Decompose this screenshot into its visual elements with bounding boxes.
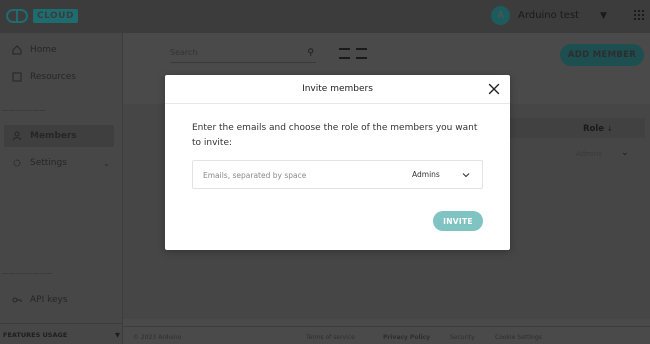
sidebar-item-label: Resources (30, 72, 76, 82)
features-usage[interactable]: FEATURES USAGE ▼ (0, 323, 123, 344)
role-select[interactable]: Admins (406, 167, 476, 183)
footer-copyright: © 2023 Arduino (133, 334, 182, 341)
top-bar: CLOUD A Arduino test ▼ (0, 0, 650, 33)
dialog-description: Enter the emails and choose the role of … (192, 123, 478, 148)
user-menu[interactable]: A Arduino test (491, 6, 579, 25)
sidebar-item-resources[interactable]: Resources (12, 72, 76, 82)
close-icon[interactable] (488, 83, 500, 95)
dialog-header: Invite members (165, 75, 510, 104)
sidebar-item-home[interactable]: Home (12, 45, 57, 55)
sidebar-item-members[interactable]: Members (12, 131, 77, 141)
chevron-down-icon: ⌄ (103, 158, 110, 168)
dialog-title: Invite members (302, 84, 373, 94)
search-input[interactable]: Search ⚲ (170, 48, 316, 63)
caret-down-icon: ▼ (115, 331, 120, 339)
role-select-value: Admins (412, 170, 440, 179)
footer: © 2023 Arduino Terms of service Privacy … (123, 326, 650, 344)
email-field[interactable] (203, 168, 393, 182)
grid-view-icon[interactable] (356, 48, 367, 59)
avatar: A (491, 6, 510, 25)
sidebar: Home Resources ——————— Members Settings … (0, 33, 123, 344)
sidebar-item-label: Settings (30, 158, 67, 168)
sort-icon[interactable]: ↓ (607, 125, 613, 133)
arduino-logo-icon (6, 9, 28, 23)
view-toggle[interactable] (339, 48, 367, 59)
invite-members-dialog: Invite members Enter the emails and choo… (165, 75, 510, 250)
user-name: Arduino test (518, 10, 580, 21)
chevron-down-icon (462, 173, 470, 178)
resources-icon (12, 72, 22, 82)
home-icon (12, 45, 22, 55)
invite-field: Admins (192, 160, 483, 189)
member-role-cell[interactable]: Admins (576, 150, 602, 158)
chevron-down-icon[interactable]: ⌄ (621, 148, 629, 158)
search-icon[interactable]: ⚲ (307, 48, 314, 58)
key-icon (12, 297, 22, 303)
apps-grid-icon[interactable] (634, 10, 644, 20)
footer-link-security[interactable]: Security (450, 334, 475, 341)
add-member-button[interactable]: ADD MEMBER (560, 44, 644, 66)
table-header (510, 118, 645, 138)
search-placeholder: Search (170, 48, 198, 57)
footer-link-cookies[interactable]: Cookie Settings (495, 334, 542, 341)
list-view-icon[interactable] (339, 48, 350, 59)
section-label-team: ——————— (2, 107, 47, 114)
sidebar-item-label: Members (30, 131, 77, 141)
sidebar-item-label: API keys (30, 295, 68, 305)
sidebar-item-label: Home (30, 45, 57, 55)
footer-link-terms[interactable]: Terms of service (306, 334, 355, 341)
invite-button[interactable]: INVITE (433, 211, 483, 231)
section-label-developers: ———————— (2, 270, 53, 277)
role-column-header[interactable]: Role (583, 124, 604, 134)
members-icon (12, 131, 22, 141)
features-usage-label: FEATURES USAGE (3, 331, 68, 339)
footer-link-privacy[interactable]: Privacy Policy (383, 334, 430, 341)
sidebar-item-api-keys[interactable]: API keys (12, 295, 68, 305)
caret-down-icon[interactable]: ▼ (600, 11, 607, 21)
gear-icon (13, 159, 21, 167)
arduino-cloud-logo[interactable]: CLOUD (6, 9, 78, 23)
logo-text: CLOUD (33, 9, 78, 23)
sidebar-item-settings[interactable]: Settings ⌄ (12, 158, 112, 168)
